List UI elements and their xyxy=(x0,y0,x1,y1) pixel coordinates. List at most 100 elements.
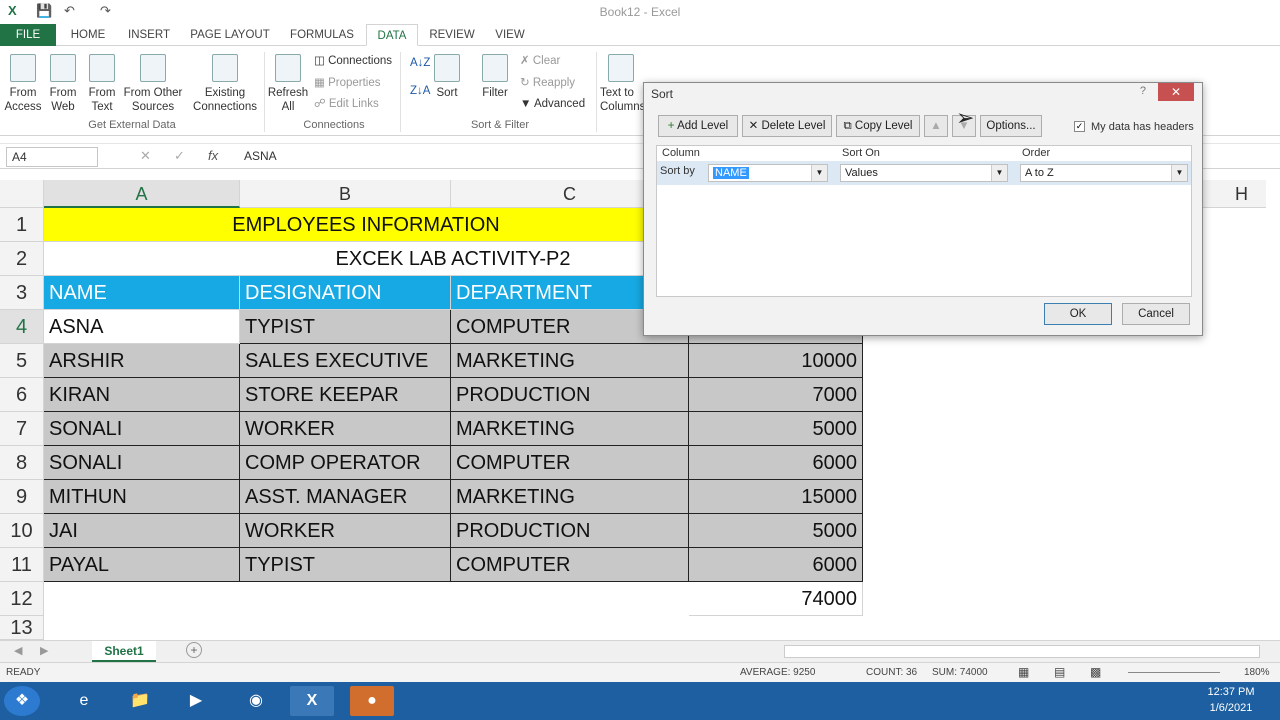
column-select[interactable]: NAME ▼ xyxy=(708,164,828,182)
column-header-b[interactable]: B xyxy=(240,180,451,208)
excel-taskbar-icon[interactable]: X xyxy=(290,686,334,716)
filter-button[interactable]: Filter xyxy=(476,54,514,100)
header-cell[interactable]: DESIGNATION xyxy=(240,276,451,310)
row-header[interactable]: 3 xyxy=(0,276,44,310)
table-cell[interactable]: MARKETING xyxy=(451,344,689,378)
ie-icon[interactable]: e xyxy=(62,686,106,716)
row-header[interactable]: 7 xyxy=(0,412,44,446)
from-text-button[interactable]: From Text xyxy=(84,54,120,114)
table-cell[interactable]: ASST. MANAGER xyxy=(240,480,451,514)
table-cell[interactable]: COMP OPERATOR xyxy=(240,446,451,480)
table-cell[interactable]: 5000 xyxy=(689,412,863,446)
normal-view-icon[interactable]: ▦ xyxy=(1018,665,1029,679)
table-cell[interactable]: 15000 xyxy=(689,480,863,514)
tab-insert[interactable]: INSERT xyxy=(124,24,174,46)
table-cell[interactable]: MARKETING xyxy=(451,412,689,446)
table-cell[interactable]: PAYAL xyxy=(44,548,240,582)
tab-data[interactable]: DATA xyxy=(366,24,418,46)
sort-az-icon[interactable]: A↓Z xyxy=(410,56,430,70)
prev-sheet-icon[interactable]: ◀ xyxy=(14,644,22,657)
add-sheet-icon[interactable]: + xyxy=(186,642,202,658)
table-cell[interactable]: 7000 xyxy=(689,378,863,412)
properties-button[interactable]: ▦ Properties xyxy=(314,76,380,90)
close-icon[interactable]: ✕ xyxy=(1158,83,1194,101)
table-cell[interactable]: 6000 xyxy=(689,446,863,480)
from-access-button[interactable]: From Access xyxy=(4,54,42,114)
sort-on-select[interactable]: Values ▼ xyxy=(840,164,1008,182)
table-cell[interactable]: COMPUTER xyxy=(451,446,689,480)
name-box[interactable]: A4 xyxy=(6,147,98,167)
headers-checkbox[interactable]: ✓ xyxy=(1074,121,1085,132)
table-cell[interactable]: KIRAN xyxy=(44,378,240,412)
tab-file[interactable]: FILE xyxy=(0,24,56,46)
file-explorer-icon[interactable]: 📁 xyxy=(118,686,162,716)
chrome-icon[interactable]: ◉ xyxy=(234,686,278,716)
table-cell[interactable]: WORKER xyxy=(240,412,451,446)
ok-button[interactable]: OK xyxy=(1044,303,1112,325)
existing-connections-button[interactable]: Existing Connections xyxy=(192,54,258,114)
tab-view[interactable]: VIEW xyxy=(490,24,530,46)
from-other-sources-button[interactable]: From Other Sources xyxy=(122,54,184,114)
function-icon[interactable]: fx xyxy=(208,148,218,163)
row-header[interactable]: 4 xyxy=(0,310,44,344)
cancel-button[interactable]: Cancel xyxy=(1122,303,1190,325)
row-header[interactable]: 8 xyxy=(0,446,44,480)
sheet-tab-sheet1[interactable]: Sheet1 xyxy=(92,641,156,662)
options-button[interactable]: Options... xyxy=(980,115,1042,137)
refresh-all-button[interactable]: Refresh All xyxy=(266,54,310,114)
help-icon[interactable]: ? xyxy=(1140,85,1146,97)
table-cell[interactable]: TYPIST xyxy=(240,310,451,344)
table-cell[interactable]: ARSHIR xyxy=(44,344,240,378)
page-break-view-icon[interactable]: ▩ xyxy=(1090,665,1101,679)
row-header[interactable]: 5 xyxy=(0,344,44,378)
table-cell[interactable]: SONALI xyxy=(44,446,240,480)
row-header[interactable]: 10 xyxy=(0,514,44,548)
column-header-a[interactable]: A xyxy=(44,180,240,208)
formula-input[interactable]: ASNA xyxy=(244,149,277,163)
copy-level-button[interactable]: ⧉ Copy Level xyxy=(836,115,920,137)
table-cell[interactable]: 6000 xyxy=(689,548,863,582)
move-up-icon[interactable]: ▲ xyxy=(924,115,948,137)
tab-page-layout[interactable]: PAGE LAYOUT xyxy=(188,24,272,46)
next-sheet-icon[interactable]: ▶ xyxy=(40,644,48,657)
reapply-button[interactable]: ↻ Reapply xyxy=(520,76,575,90)
advanced-button[interactable]: ▼ Advanced xyxy=(520,97,585,111)
select-all-corner[interactable] xyxy=(0,180,44,208)
table-cell[interactable]: STORE KEEPAR xyxy=(240,378,451,412)
zoom-slider[interactable] xyxy=(1128,672,1220,673)
row-header[interactable]: 6 xyxy=(0,378,44,412)
sort-za-icon[interactable]: Z↓A xyxy=(410,84,430,98)
table-cell[interactable]: COMPUTER xyxy=(451,548,689,582)
enter-icon[interactable]: ✓ xyxy=(174,148,185,164)
tab-review[interactable]: REVIEW xyxy=(428,24,476,46)
table-cell[interactable]: ASNA xyxy=(44,310,240,344)
recorder-icon[interactable]: ● xyxy=(350,686,394,716)
table-cell[interactable]: 5000 xyxy=(689,514,863,548)
delete-level-button[interactable]: ✕ Delete Level xyxy=(742,115,832,137)
table-cell[interactable]: 10000 xyxy=(689,344,863,378)
from-web-button[interactable]: From Web xyxy=(44,54,82,114)
order-select[interactable]: A to Z ▼ xyxy=(1020,164,1188,182)
edit-links-button[interactable]: ☍ Edit Links xyxy=(314,97,379,111)
row-header[interactable]: 11 xyxy=(0,548,44,582)
table-cell[interactable]: PRODUCTION xyxy=(451,514,689,548)
sort-button[interactable]: Sort xyxy=(432,54,462,100)
connections-button[interactable]: ◫ Connections xyxy=(314,54,392,68)
zoom-level[interactable]: 180% xyxy=(1244,667,1270,678)
header-cell[interactable]: NAME xyxy=(44,276,240,310)
tab-home[interactable]: HOME xyxy=(64,24,112,46)
table-cell[interactable]: TYPIST xyxy=(240,548,451,582)
table-cell[interactable]: MARKETING xyxy=(451,480,689,514)
total-cell[interactable]: 74000 xyxy=(689,582,863,616)
cancel-icon[interactable]: ✕ xyxy=(140,148,151,164)
table-cell[interactable]: PRODUCTION xyxy=(451,378,689,412)
title-cell[interactable]: EMPLOYEES INFORMATION xyxy=(44,208,689,242)
table-cell[interactable]: SONALI xyxy=(44,412,240,446)
row-header[interactable]: 9 xyxy=(0,480,44,514)
table-cell[interactable]: WORKER xyxy=(240,514,451,548)
row-header[interactable]: 2 xyxy=(0,242,44,276)
media-player-icon[interactable]: ▶ xyxy=(174,686,218,716)
row-header[interactable]: 12 xyxy=(0,582,44,616)
add-level-button[interactable]: + Add Level xyxy=(658,115,738,137)
table-cell[interactable]: MITHUN xyxy=(44,480,240,514)
